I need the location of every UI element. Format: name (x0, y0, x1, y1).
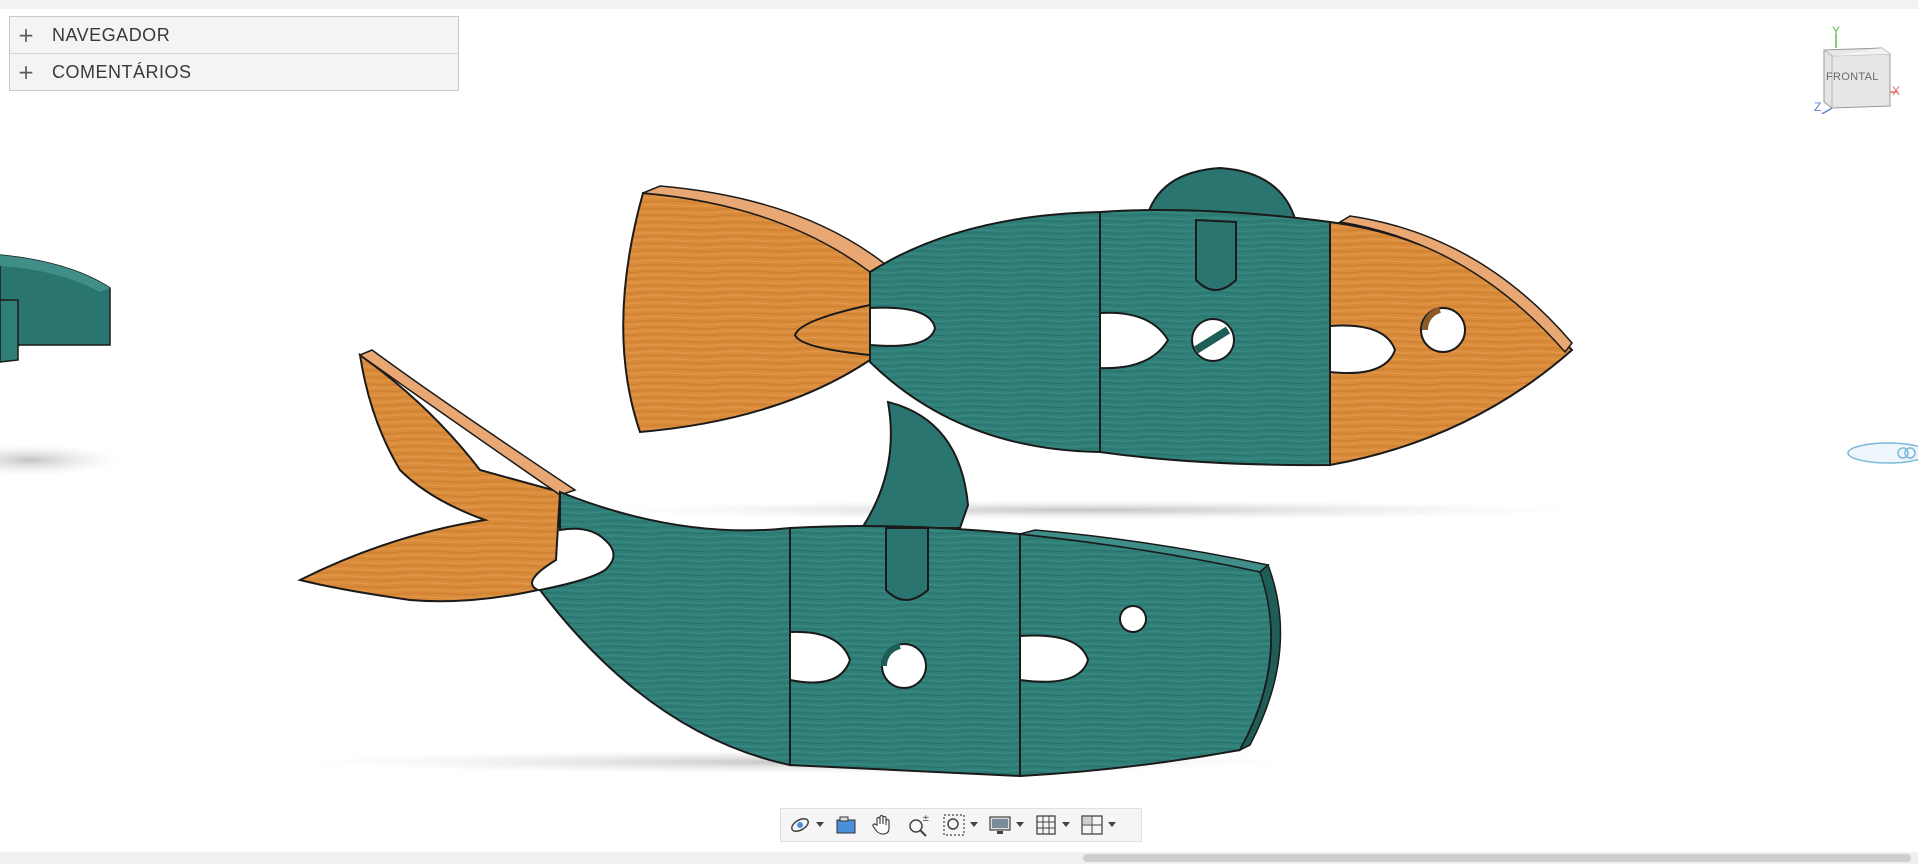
shadow-left-partial (0, 444, 120, 476)
zoom-icon: ± (903, 810, 933, 840)
partial-model-left (0, 254, 111, 363)
bottom-fish-body (538, 490, 791, 767)
viewcube[interactable]: FRONTAL Y X Z (1812, 24, 1902, 115)
panel-label: NAVEGADOR (52, 24, 171, 45)
pan-button[interactable] (867, 810, 897, 840)
axis-y-label: Y (1832, 24, 1841, 38)
canvas-viewport[interactable]: + NAVEGADOR + COMENTÁRIOS FRONTAL Y X Z (0, 0, 1918, 864)
viewports-button[interactable] (1077, 810, 1117, 840)
shadow-top-fish (600, 500, 1580, 520)
chevron-down-icon[interactable] (1107, 810, 1117, 840)
zoom-button[interactable]: ± (903, 810, 933, 840)
panel-label: COMENTÁRIOS (52, 61, 192, 82)
axis-z-label: Z (1814, 100, 1822, 114)
plus-icon[interactable]: + (10, 60, 42, 84)
zoom-window-button[interactable] (939, 810, 979, 840)
viewcube-face-label[interactable]: FRONTAL (1826, 71, 1879, 83)
chevron-down-icon[interactable] (1061, 810, 1071, 840)
bottom-fish-eye (1119, 605, 1147, 633)
horizontal-scrollbar[interactable] (0, 852, 1918, 864)
navigation-toolbar: ± (780, 808, 1142, 842)
zoom-window-icon (939, 810, 969, 840)
bottom-fish-dorsal-fin (860, 400, 970, 529)
chevron-down-icon[interactable] (815, 810, 825, 840)
orbit-icon (785, 810, 815, 840)
model-scene[interactable] (0, 0, 1918, 864)
pan-hand-icon (867, 810, 897, 840)
joint-control[interactable] (1846, 440, 1918, 466)
grid-button[interactable] (1031, 810, 1071, 840)
scrollbar-thumb[interactable] (1083, 854, 1911, 862)
chevron-down-icon[interactable] (969, 810, 979, 840)
display-icon (985, 810, 1015, 840)
plus-icon[interactable]: + (10, 23, 42, 47)
display-settings-button[interactable] (985, 810, 1025, 840)
panel-navegador[interactable]: + NAVEGADOR (10, 17, 458, 54)
axis-x-label: X (1892, 84, 1901, 98)
top-fish-tail (622, 191, 871, 434)
look-at-button[interactable] (831, 810, 861, 840)
panel-comentarios[interactable]: + COMENTÁRIOS (10, 54, 458, 90)
viewports-icon (1077, 810, 1107, 840)
svg-text:±: ± (922, 814, 930, 824)
look-at-icon (831, 810, 861, 840)
browser-panels: + NAVEGADOR + COMENTÁRIOS (9, 16, 459, 91)
chevron-down-icon[interactable] (1015, 810, 1025, 840)
orbit-button[interactable] (785, 810, 825, 840)
grid-icon (1031, 810, 1061, 840)
bottom-fish-head (1019, 532, 1273, 778)
top-fish-model (622, 166, 1574, 467)
